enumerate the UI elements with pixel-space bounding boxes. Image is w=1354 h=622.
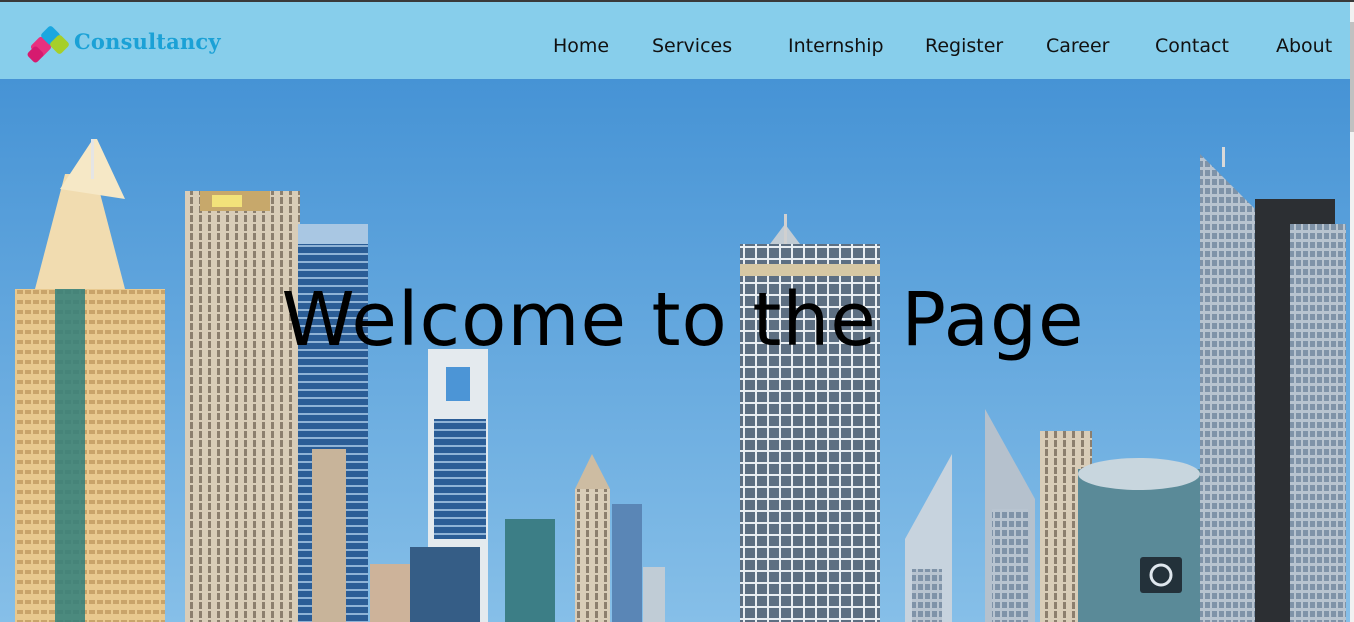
nav-about[interactable]: About xyxy=(1276,35,1332,57)
page-scrollbar[interactable] xyxy=(1350,2,1354,622)
hero-section: Welcome to the Page xyxy=(0,79,1350,622)
nav-register[interactable]: Register xyxy=(925,35,1003,57)
nav-contact[interactable]: Contact xyxy=(1155,35,1229,57)
scrollbar-thumb[interactable] xyxy=(1350,22,1354,132)
navbar: Consultancy Home Services Internship Reg… xyxy=(0,2,1350,79)
window-top-border xyxy=(0,0,1354,2)
nav-career[interactable]: Career xyxy=(1046,35,1110,57)
nav-home[interactable]: Home xyxy=(553,35,609,57)
brand-name[interactable]: Consultancy xyxy=(74,29,221,54)
nav-services[interactable]: Services xyxy=(652,35,732,57)
hero-title: Welcome to the Page xyxy=(281,277,1085,363)
diamond-logo-icon[interactable] xyxy=(26,24,72,66)
nav-internship[interactable]: Internship xyxy=(788,35,884,57)
